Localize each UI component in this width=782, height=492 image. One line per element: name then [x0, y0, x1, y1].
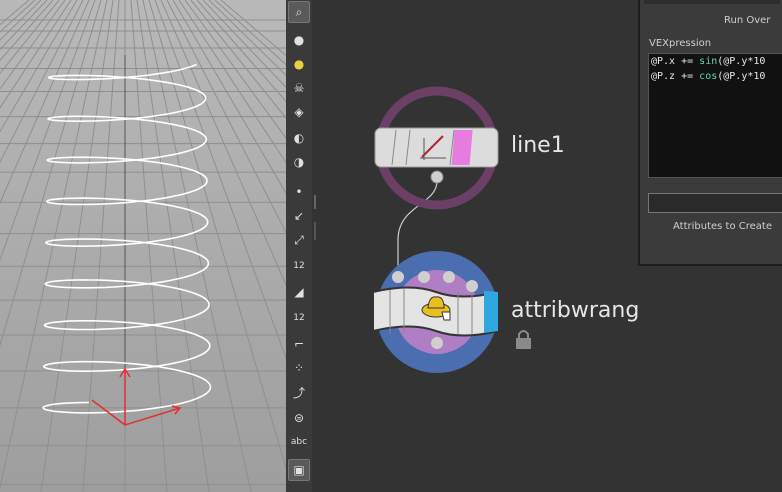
attributes-to-create-label: Attributes to Create [673, 221, 772, 232]
input-connector-2[interactable] [418, 271, 430, 283]
toolbar-button-stop[interactable]: ⊜ [288, 407, 310, 429]
network-canvas[interactable] [326, 0, 638, 492]
input-connector-1[interactable] [392, 271, 404, 283]
input-connector-3[interactable] [443, 271, 455, 283]
code-arguments: (@P.y*10 [717, 56, 766, 67]
node-attribwrangle1[interactable] [372, 251, 499, 373]
pane-splitter[interactable] [312, 0, 326, 492]
viewport-canvas[interactable] [0, 0, 286, 492]
toolbar-button-camera[interactable]: ◐ [288, 127, 310, 149]
stop-icon: ⊜ [293, 411, 305, 425]
output-connector[interactable] [430, 170, 444, 184]
code-line[interactable]: @P.x += sin(@P.y*10 [649, 54, 782, 69]
vexpression-editor[interactable]: @P.x += sin(@P.y*10 @P.z += cos(@P.y*10 [648, 53, 782, 178]
toolbar-button-normals[interactable]: ⤴ [288, 381, 310, 403]
scene-viewport[interactable] [0, 0, 286, 492]
toolbar-button-pin[interactable]: ⤢ [288, 229, 310, 251]
toolbar-button-skull[interactable]: ☠ [288, 77, 310, 99]
toolbar-button-light-bulb[interactable]: ● [288, 53, 310, 75]
text-icon: abc [290, 437, 308, 447]
normals-icon: ⤴ [292, 385, 305, 400]
run-over-label: Run Over [724, 15, 771, 26]
toolbar-button-prim-number[interactable]: 12 [288, 307, 310, 329]
lock-icon[interactable] [516, 330, 531, 349]
toolbar-button-vector[interactable]: ↙ [288, 205, 310, 227]
camera-icon: ◐ [293, 131, 305, 145]
toolbar-button-camera-dolly[interactable]: ◑ [288, 151, 310, 173]
network-editor[interactable]: line1 attribwrangle1 [326, 0, 638, 492]
code-function: sin [699, 56, 718, 67]
input-connector-4[interactable] [466, 280, 478, 292]
code-variable: @P.x += [651, 56, 700, 67]
light-bulb-icon: ● [293, 57, 305, 71]
toolbar-button-text[interactable]: abc [288, 431, 310, 453]
toolbar-button-light[interactable]: ● [288, 29, 310, 51]
toolbar-button-brush[interactable]: ◢ [288, 281, 310, 303]
skull-icon: ☠ [293, 81, 305, 95]
code-variable: @P.z += [651, 71, 700, 82]
vexpression-label: VEXpression [649, 38, 712, 49]
light-icon: ● [293, 33, 305, 47]
parameter-panel-empty-area [638, 266, 782, 492]
vector-icon: ↙ [293, 209, 305, 223]
code-line[interactable]: @P.z += cos(@P.y*10 [649, 69, 782, 84]
toolbar-button-geometry[interactable]: ◈ [288, 101, 310, 123]
pin-icon: ⤢ [294, 232, 304, 247]
viewport-display-toolbar: ⌕ ● ● ☠ ◈ ◐ ◑ • ↙ ⤢ 12 ◢ 12 ⌐ ⁘ ⤴ ⊜ abc ▣ [286, 0, 313, 492]
attributes-to-create-field[interactable] [648, 193, 782, 213]
code-arguments: (@P.y*10 [717, 71, 766, 82]
brush-icon: ◢ [294, 285, 304, 299]
output-connector[interactable] [431, 337, 443, 349]
toolbar-button-ghost[interactable]: ⁘ [288, 357, 310, 379]
view-icon: ⌕ [295, 4, 303, 19]
toolbar-button-point[interactable]: • [288, 181, 310, 203]
toolbar-button-image[interactable]: ▣ [288, 459, 310, 481]
node-label-attribwrangle1: attribwrangle1 [511, 298, 638, 323]
image-icon: ▣ [293, 463, 305, 477]
prim-number-icon: 12 [293, 313, 305, 323]
code-function: cos [699, 71, 718, 82]
edge-icon: ⌐ [293, 337, 305, 351]
parameter-panel: Run Over VEXpression @P.x += sin(@P.y*10… [638, 0, 782, 266]
geometry-icon: ◈ [294, 105, 304, 119]
toolbar-button-view[interactable]: ⌕ [288, 1, 310, 23]
node-label-line1: line1 [511, 133, 565, 158]
toolbar-button-point-number[interactable]: 12 [288, 255, 310, 277]
node-line1[interactable] [374, 86, 499, 210]
point-icon: • [295, 185, 303, 199]
attributes-to-create-value [649, 201, 652, 212]
point-number-icon: 12 [293, 261, 305, 271]
camera-dolly-icon: ◑ [293, 155, 305, 169]
ghost-icon: ⁘ [293, 361, 305, 375]
toolbar-button-edge[interactable]: ⌐ [288, 333, 310, 355]
